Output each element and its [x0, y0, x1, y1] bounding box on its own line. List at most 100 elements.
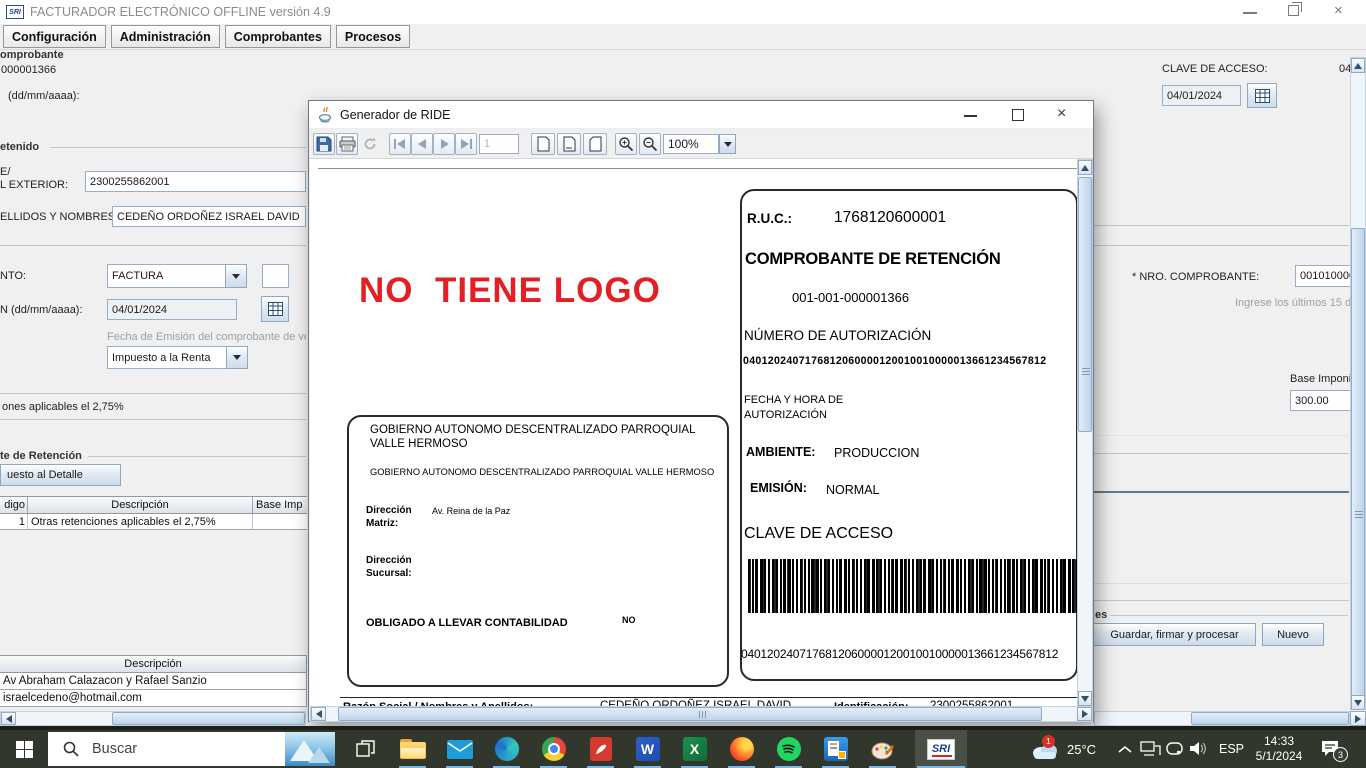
dialog-vscrollbar[interactable]	[1077, 159, 1093, 706]
tray-chevron-button[interactable]	[1118, 741, 1132, 759]
col-codigo[interactable]: digo	[0, 497, 28, 513]
paint-icon	[871, 737, 895, 761]
start-button[interactable]	[0, 730, 48, 768]
menu-administracion[interactable]: Administración	[111, 25, 220, 48]
last-page-button[interactable]	[455, 133, 477, 155]
dialog-close-button[interactable]: ×	[1057, 105, 1066, 123]
scroll-left-button[interactable]	[311, 707, 326, 721]
dialog-minimize-button[interactable]	[964, 115, 977, 117]
taskbar-mail[interactable]	[437, 730, 482, 768]
notification-center-button[interactable]: 3	[1320, 739, 1340, 762]
language-indicator[interactable]: ESP	[1219, 742, 1244, 756]
menu-comprobantes[interactable]: Comprobantes	[225, 25, 331, 48]
arrow-right-icon	[1355, 715, 1361, 723]
scroll-left-button[interactable]	[1, 712, 16, 725]
taskbar-chrome[interactable]	[531, 730, 576, 768]
taskbar-paint[interactable]	[860, 730, 905, 768]
menu-configuracion[interactable]: Configuración	[3, 25, 106, 48]
left-hscrollbar[interactable]	[0, 711, 306, 726]
taskbar-firefox[interactable]	[719, 730, 764, 768]
scrollbar-thumb[interactable]	[338, 707, 1042, 721]
scroll-down-button[interactable]	[1351, 695, 1365, 710]
refresh-button[interactable]	[359, 133, 381, 155]
fecha-input[interactable]: 04/01/2024	[1162, 85, 1241, 106]
arrow-down-icon	[1354, 700, 1362, 706]
zoom-level-arrow[interactable]	[719, 134, 736, 154]
names-input[interactable]: CEDEÑO ORDOÑEZ ISRAEL DAVID	[112, 206, 306, 227]
scroll-up-button[interactable]	[1078, 160, 1092, 175]
print-button[interactable]	[336, 133, 358, 155]
add-detalle-button[interactable]: uesto al Detalle	[0, 464, 121, 486]
list-item[interactable]: israelcedeno@hotmail.com	[0, 690, 307, 707]
scroll-up-button[interactable]	[1351, 58, 1365, 73]
main-vscrollbar[interactable]	[1350, 57, 1366, 710]
doc-type-select-arrow[interactable]	[225, 264, 247, 288]
scrollbar-thumb[interactable]	[1191, 712, 1349, 725]
retenido-group-label: etenido	[0, 141, 39, 153]
previous-page-button[interactable]	[411, 133, 433, 155]
search-box[interactable]: Buscar	[48, 732, 335, 766]
scroll-down-button[interactable]	[1078, 691, 1092, 706]
tax-type-select[interactable]: Impuesto a la Renta	[107, 346, 227, 369]
task-view-button[interactable]	[345, 730, 387, 768]
dialog-titlebar[interactable]: Generador de RIDE ×	[309, 101, 1093, 129]
scrollbar-thumb[interactable]	[1351, 228, 1365, 698]
taskbar-spotify[interactable]	[766, 730, 811, 768]
id-input[interactable]: 2300255862001	[85, 171, 306, 192]
description-table-header[interactable]: Descripción	[0, 656, 307, 673]
scrollbar-thumb[interactable]	[112, 712, 305, 725]
menu-procesos[interactable]: Procesos	[336, 25, 410, 48]
zoom-out-button[interactable]	[639, 133, 661, 155]
tray-network-button[interactable]	[1140, 741, 1161, 762]
fecha-calendar-button[interactable]	[1247, 83, 1277, 108]
scrollbar-thumb[interactable]	[1078, 177, 1092, 432]
zoom-in-button[interactable]	[615, 133, 637, 155]
emission-date-label: N (dd/mm/aaaa):	[0, 304, 83, 316]
clock-time: 14:33	[1264, 734, 1294, 749]
first-page-button[interactable]	[389, 133, 411, 155]
single-page-icon	[537, 136, 550, 152]
scroll-right-button[interactable]	[1350, 711, 1366, 726]
fit-page-view-button[interactable]	[557, 133, 581, 155]
tax-type-select-arrow[interactable]	[226, 346, 248, 369]
taskbar-pdf-editor[interactable]	[578, 730, 623, 768]
main-close-button[interactable]: ×	[1334, 2, 1343, 19]
emission-calendar-button[interactable]	[261, 296, 289, 322]
save-sign-process-button[interactable]: Guardar, firmar y procesar	[1093, 623, 1256, 646]
taskbar-viewer[interactable]	[813, 730, 858, 768]
clock[interactable]: 14:33 5/1/2024	[1250, 733, 1308, 765]
col-base[interactable]: Base Imp	[253, 497, 307, 513]
save-button[interactable]	[313, 133, 335, 155]
taskbar-excel[interactable]: X	[672, 730, 717, 768]
weather-widget[interactable]: 1 25°C	[1030, 730, 1108, 768]
zoom-level-input[interactable]: 100%	[663, 134, 719, 154]
tray-volume-button[interactable]	[1189, 741, 1210, 761]
page-number-input[interactable]: 1	[479, 134, 519, 154]
taskbar-file-explorer[interactable]	[390, 730, 435, 768]
taskbar-sri-app[interactable]: SRI	[915, 730, 967, 768]
next-page-button[interactable]	[433, 133, 455, 155]
table-row[interactable]: 1 Otras retenciones aplicables el 2,75%	[0, 514, 307, 530]
taskbar-word[interactable]: W	[625, 730, 670, 768]
doc-type-select[interactable]: FACTURA	[107, 264, 226, 288]
dialog-maximize-button[interactable]	[1012, 109, 1024, 121]
retention-table: digo Descripción Base Imp 1 Otras retenc…	[0, 496, 307, 530]
list-item[interactable]: Av Abraham Calazacon y Rafael Sanzio	[0, 673, 307, 690]
search-highlight-image[interactable]	[285, 732, 335, 766]
fit-width-view-button[interactable]	[583, 133, 607, 155]
single-page-view-button[interactable]	[531, 133, 555, 155]
dialog-hscrollbar[interactable]	[310, 706, 1093, 722]
tray-app-button[interactable]	[1166, 742, 1183, 761]
scroll-right-button[interactable]	[1077, 707, 1092, 721]
col-descripcion[interactable]: Descripción	[28, 497, 253, 513]
taskbar-edge[interactable]	[484, 730, 529, 768]
retencion-row-text: ones aplicables el 2,75%	[2, 401, 124, 413]
date-format-hint: (dd/mm/aaaa):	[8, 90, 80, 102]
new-button[interactable]: Nuevo	[1262, 623, 1324, 646]
main-hscrollbar[interactable]	[1094, 711, 1350, 726]
dir-sucursal-label-2: Sucursal:	[366, 568, 412, 579]
main-minimize-button[interactable]	[1243, 12, 1257, 14]
contabilidad-label: OBLIGADO A LLEVAR CONTABILIDAD	[366, 617, 568, 629]
doc-type-extra-box[interactable]	[262, 264, 289, 288]
emission-date-input[interactable]: 04/01/2024	[107, 299, 237, 320]
